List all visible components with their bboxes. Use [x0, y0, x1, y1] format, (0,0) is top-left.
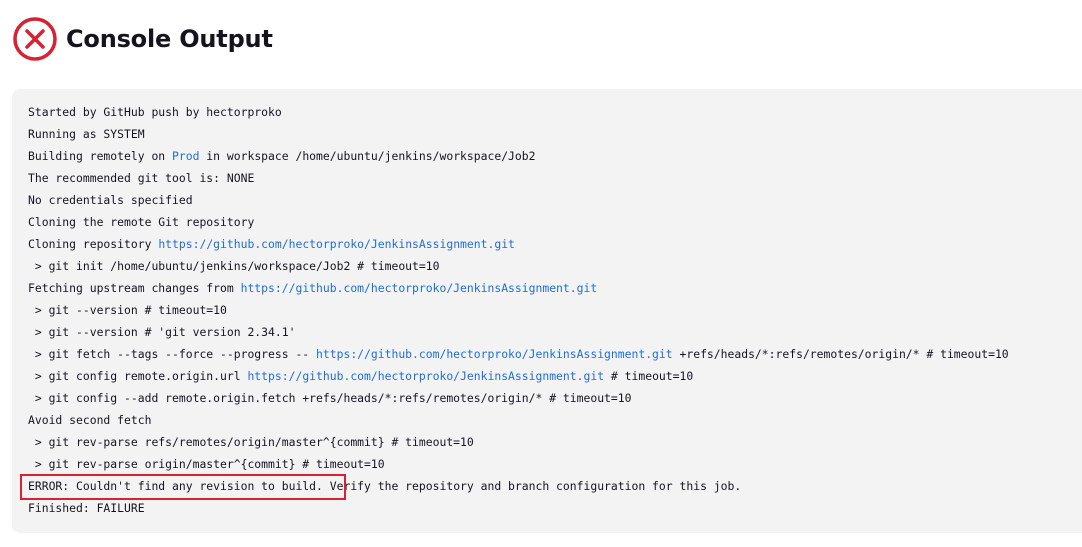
- console-text: > git --version # timeout=10: [28, 303, 227, 317]
- console-text: The recommended git tool is: NONE: [28, 171, 255, 185]
- console-line: Running as SYSTEM: [28, 123, 1082, 145]
- console-line: > git config remote.origin.url https://g…: [28, 365, 1082, 387]
- console-link[interactable]: https://github.com/hectorproko/JenkinsAs…: [316, 347, 673, 361]
- console-text: Cloning repository: [28, 237, 159, 251]
- page-title: Console Output: [66, 25, 273, 53]
- console-text: Building remotely on: [28, 149, 173, 163]
- console-link[interactable]: https://github.com/hectorproko/JenkinsAs…: [158, 237, 515, 251]
- console-text: > git rev-parse origin/master^{commit} #…: [28, 457, 385, 471]
- console-line: The recommended git tool is: NONE: [28, 167, 1082, 189]
- console-link[interactable]: https://github.com/hectorproko/JenkinsAs…: [247, 369, 604, 383]
- console-text: Started by GitHub push by hectorproko: [28, 105, 282, 119]
- console-text: > git fetch --tags --force --progress --: [28, 347, 317, 361]
- console-line: No credentials specified: [28, 189, 1082, 211]
- console-text: in workspace /home/ubuntu/jenkins/worksp…: [199, 149, 536, 163]
- console-text: > git config remote.origin.url: [28, 369, 248, 383]
- console-text: > git rev-parse refs/remotes/origin/mast…: [28, 435, 474, 449]
- console-link[interactable]: Prod: [172, 149, 199, 163]
- page-header: Console Output: [12, 14, 273, 64]
- console-text: Avoid second fetch: [28, 413, 152, 427]
- console-link[interactable]: https://github.com/hectorproko/JenkinsAs…: [241, 281, 598, 295]
- console-line: > git --version # timeout=10: [28, 299, 1082, 321]
- console-text: > git init /home/ubuntu/jenkins/workspac…: [28, 259, 440, 273]
- console-line: Building remotely on Prod in workspace /…: [28, 145, 1082, 167]
- console-line: Finished: FAILURE: [28, 497, 1082, 519]
- console-text: > git --version # 'git version 2.34.1': [28, 325, 296, 339]
- console-line: > git fetch --tags --force --progress --…: [28, 343, 1082, 365]
- console-line: ERROR: Couldn't find any revision to bui…: [28, 475, 1082, 497]
- console-text: +refs/heads/*:refs/remotes/origin/* # ti…: [672, 347, 1009, 361]
- x-circle-icon: [12, 16, 58, 62]
- console-output: Started by GitHub push by hectorproko Run…: [12, 89, 1082, 533]
- console-text: ERROR: Couldn't find any revision to bui…: [28, 479, 323, 493]
- console-line: Fetching upstream changes from https://g…: [28, 277, 1082, 299]
- console-text: # timeout=10: [604, 369, 694, 383]
- console-text: No credentials specified: [28, 193, 193, 207]
- console-text: > git config --add remote.origin.fetch +…: [28, 391, 632, 405]
- console-text: Finished: FAILURE: [28, 501, 145, 515]
- console-line: > git init /home/ubuntu/jenkins/workspac…: [28, 255, 1082, 277]
- console-text: Cloning the remote Git repository: [28, 215, 255, 229]
- console-line: Started by GitHub push by hectorproko: [28, 101, 1082, 123]
- console-text: Verify the repository and branch configu…: [322, 479, 742, 493]
- console-line: > git rev-parse refs/remotes/origin/mast…: [28, 431, 1082, 453]
- console-text: Running as SYSTEM: [28, 127, 145, 141]
- console-line: > git config --add remote.origin.fetch +…: [28, 387, 1082, 409]
- console-line: Avoid second fetch: [28, 409, 1082, 431]
- console-text: Fetching upstream changes from: [28, 281, 241, 295]
- console-line: Cloning the remote Git repository: [28, 211, 1082, 233]
- console-line: Cloning repository https://github.com/he…: [28, 233, 1082, 255]
- console-line: > git rev-parse origin/master^{commit} #…: [28, 453, 1082, 475]
- console-line: > git --version # 'git version 2.34.1': [28, 321, 1082, 343]
